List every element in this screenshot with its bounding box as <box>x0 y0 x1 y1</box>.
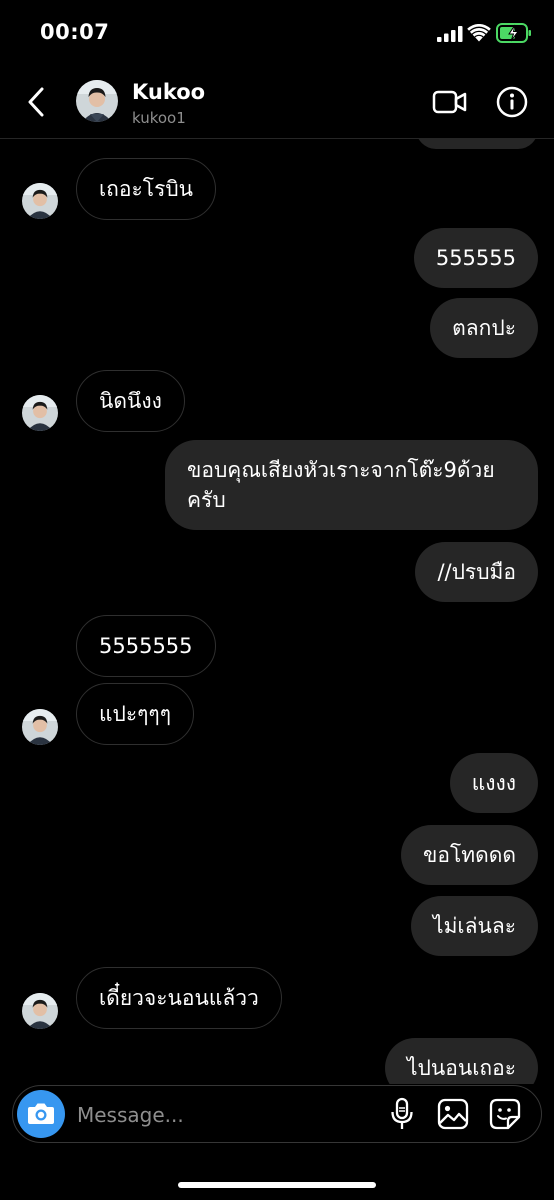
avatar[interactable] <box>22 993 58 1029</box>
status-bar: 00:07 <box>0 0 554 66</box>
message-incoming[interactable]: เดี๋ยวจะนอนแล้วว <box>76 967 282 1029</box>
camera-icon <box>28 1103 54 1124</box>
status-time: 00:07 <box>40 20 110 44</box>
camera-button[interactable] <box>17 1090 65 1138</box>
message-outgoing[interactable]: ไม่เล่นละ <box>411 896 538 956</box>
message-incoming[interactable]: แปะๆๆๆ <box>76 683 194 745</box>
microphone-icon[interactable] <box>389 1097 415 1131</box>
home-indicator <box>178 1182 376 1188</box>
wifi-icon <box>467 24 491 42</box>
message-outgoing[interactable]: ขอโทดดด <box>400 825 538 885</box>
chat-header: Kukoo kukoo1 <box>0 66 554 139</box>
sticker-icon[interactable] <box>489 1098 521 1130</box>
contact-name[interactable]: Kukoo <box>132 80 205 104</box>
info-icon[interactable] <box>496 86 528 118</box>
cellular-signal-icon <box>437 26 463 42</box>
message-bubble-partial <box>416 139 538 149</box>
message-line: ขอบคุณเสียงหัวเราะจากโต๊ะ9ด้วย <box>187 458 495 482</box>
message-incoming[interactable]: เถอะโรบิน <box>76 158 217 220</box>
contact-username: kukoo1 <box>132 109 186 127</box>
message-outgoing[interactable]: 555555 <box>413 228 538 288</box>
message-line: ครับ <box>187 488 226 512</box>
message-outgoing[interactable]: ตลกปะ <box>430 298 538 358</box>
video-camera-icon[interactable] <box>432 88 468 116</box>
message-input[interactable] <box>75 1096 379 1134</box>
message-composer <box>12 1085 542 1143</box>
message-outgoing-multiline[interactable]: ขอบคุณเสียงหัวเราะจากโต๊ะ9ด้วย ครับ <box>165 440 538 530</box>
message-outgoing[interactable]: //ปรบมือ <box>415 542 538 602</box>
message-incoming[interactable]: 5555555 <box>76 615 216 677</box>
avatar[interactable] <box>76 80 118 122</box>
message-incoming[interactable]: นิดนึงง <box>76 370 185 432</box>
avatar[interactable] <box>22 395 58 431</box>
message-outgoing[interactable]: แงงง <box>449 753 538 813</box>
avatar[interactable] <box>22 183 58 219</box>
battery-charging-icon <box>496 23 531 43</box>
avatar[interactable] <box>22 709 58 745</box>
message-outgoing[interactable]: ไปนอนเถอะ <box>385 1038 538 1084</box>
chevron-left-icon[interactable] <box>24 86 50 118</box>
image-icon[interactable] <box>437 1098 469 1130</box>
message-list[interactable]: เถอะโรบิน 555555 ตลกปะ นิดนึงง ขอบคุณเสี… <box>0 139 554 1084</box>
